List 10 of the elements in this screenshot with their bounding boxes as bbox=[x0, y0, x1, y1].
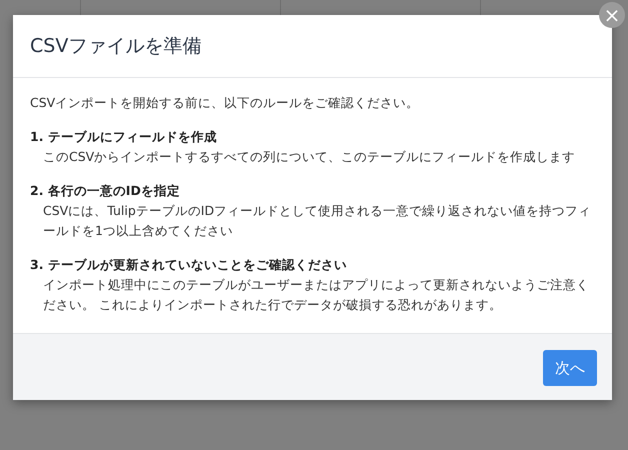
rule-heading: 3. テーブルが更新されていないことをご確認ください bbox=[30, 256, 348, 274]
intro-text: CSVインポートを開始する前に、以下のルールをご確認ください。 bbox=[30, 94, 420, 112]
rule-description: インポート処理中にこのテーブルがユーザーまたはアプリによって更新されないようご注意ください。 これによりインポートされた行でデータが破損する恐れがあります。 bbox=[42, 276, 590, 314]
rule-heading: 1. テーブルにフィールドを作成 bbox=[30, 128, 218, 146]
rule-description: CSVには、TulipテーブルのIDフィールドとして使用される一意で繰り返されない値を持つフィールドを1つ以上含めてください bbox=[42, 202, 592, 240]
next-button[interactable]: 次へ bbox=[543, 350, 597, 386]
rule-heading: 2. 各行の一意のIDを指定 bbox=[30, 182, 181, 200]
close-button[interactable]: × bbox=[599, 2, 625, 28]
rule-description: このCSVからインポートするすべての列について、このテーブルにフィールドを作成します bbox=[42, 148, 576, 166]
dialog-title: CSVファイルを準備 bbox=[30, 34, 202, 59]
